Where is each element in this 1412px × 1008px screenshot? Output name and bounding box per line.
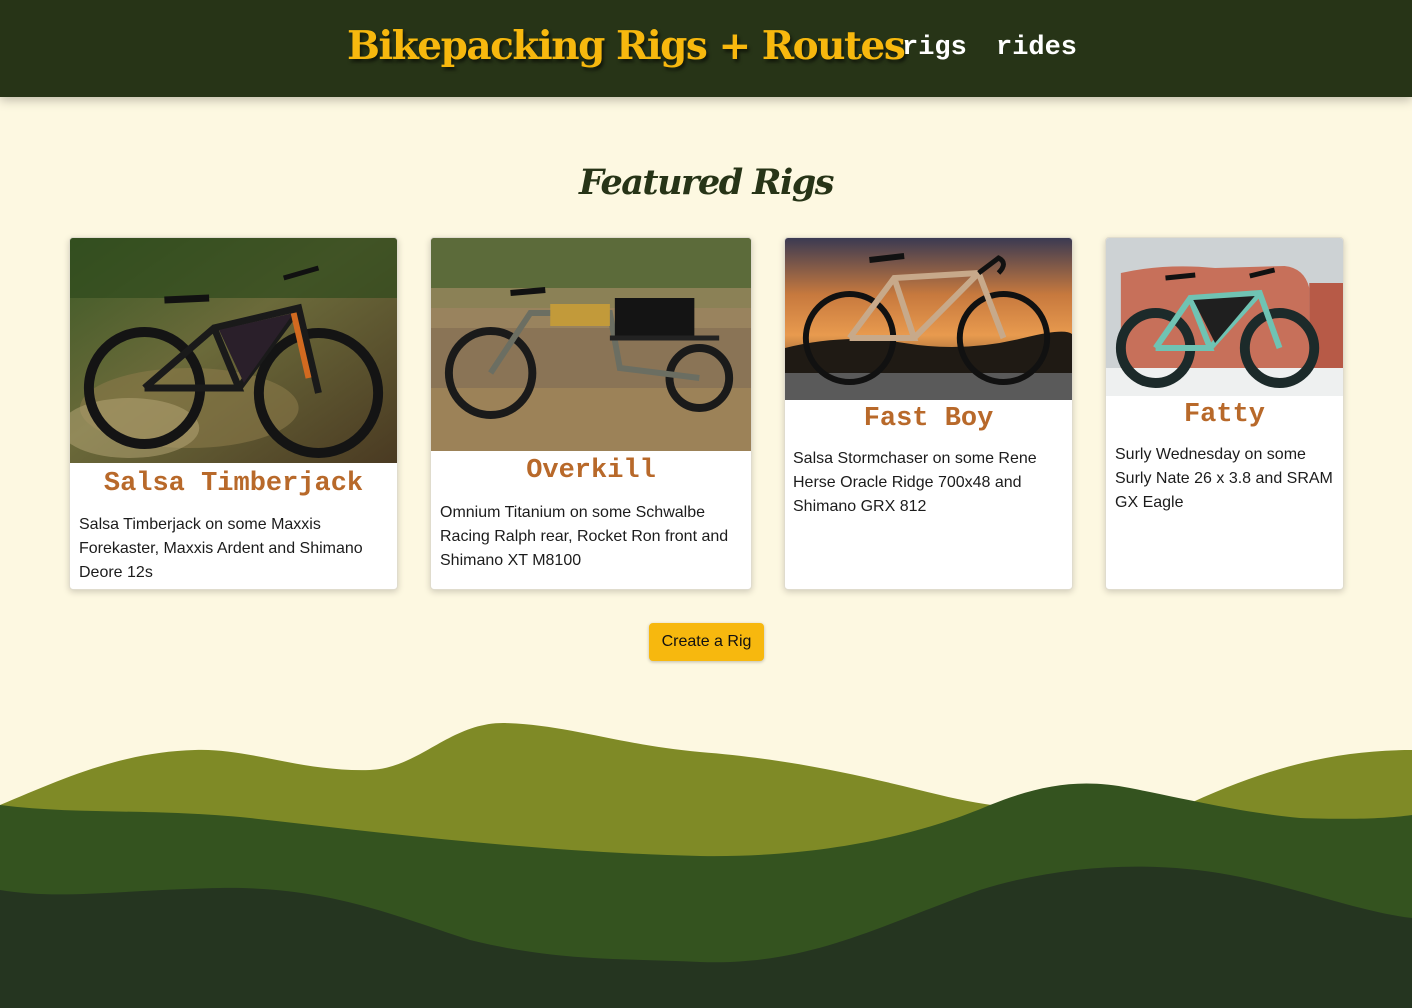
rig-card-overkill[interactable]: Overkill Omnium Titanium on some Schwalb… [430, 237, 752, 590]
rig-description: Salsa Stormchaser on some Rene Herse Ora… [793, 450, 1037, 515]
rig-name: Overkill [526, 456, 656, 486]
rig-photo [70, 238, 397, 463]
rig-description: Salsa Timberjack on some Maxxis Forekast… [79, 516, 363, 581]
site-title-link[interactable]: Bikepacking Rigs + Routes [347, 20, 906, 72]
rig-card-salsa-timberjack[interactable]: Salsa Timberjack Salsa Timberjack on som… [69, 237, 398, 590]
nav-link-rigs[interactable]: rigs [902, 30, 967, 66]
rig-description: Omnium Titanium on some Schwalbe Racing … [440, 504, 729, 569]
rig-card-fast-boy[interactable]: Fast Boy Salsa Stormchaser on some Rene … [784, 237, 1073, 590]
create-rig-button[interactable]: Create a Rig [649, 623, 764, 661]
rig-name: Fast Boy [863, 404, 994, 434]
rig-photo [785, 238, 1072, 400]
nav-link-rides[interactable]: rides [996, 30, 1077, 66]
rig-name: Fatty [1183, 400, 1265, 430]
hills-illustration [0, 722, 1412, 1008]
page-title: Featured Rigs [579, 162, 834, 203]
rig-card-fatty[interactable]: Fatty Surly Wednesday on some Surly Nate… [1105, 237, 1344, 590]
rig-photo [1106, 238, 1343, 396]
rig-photo [431, 238, 751, 451]
rig-description: Surly Wednesday on some Surly Nate 26 x … [1115, 446, 1333, 511]
site-header: Bikepacking Rigs + Routes rigs rides [0, 0, 1412, 97]
rig-name: Salsa Timberjack [103, 469, 364, 499]
